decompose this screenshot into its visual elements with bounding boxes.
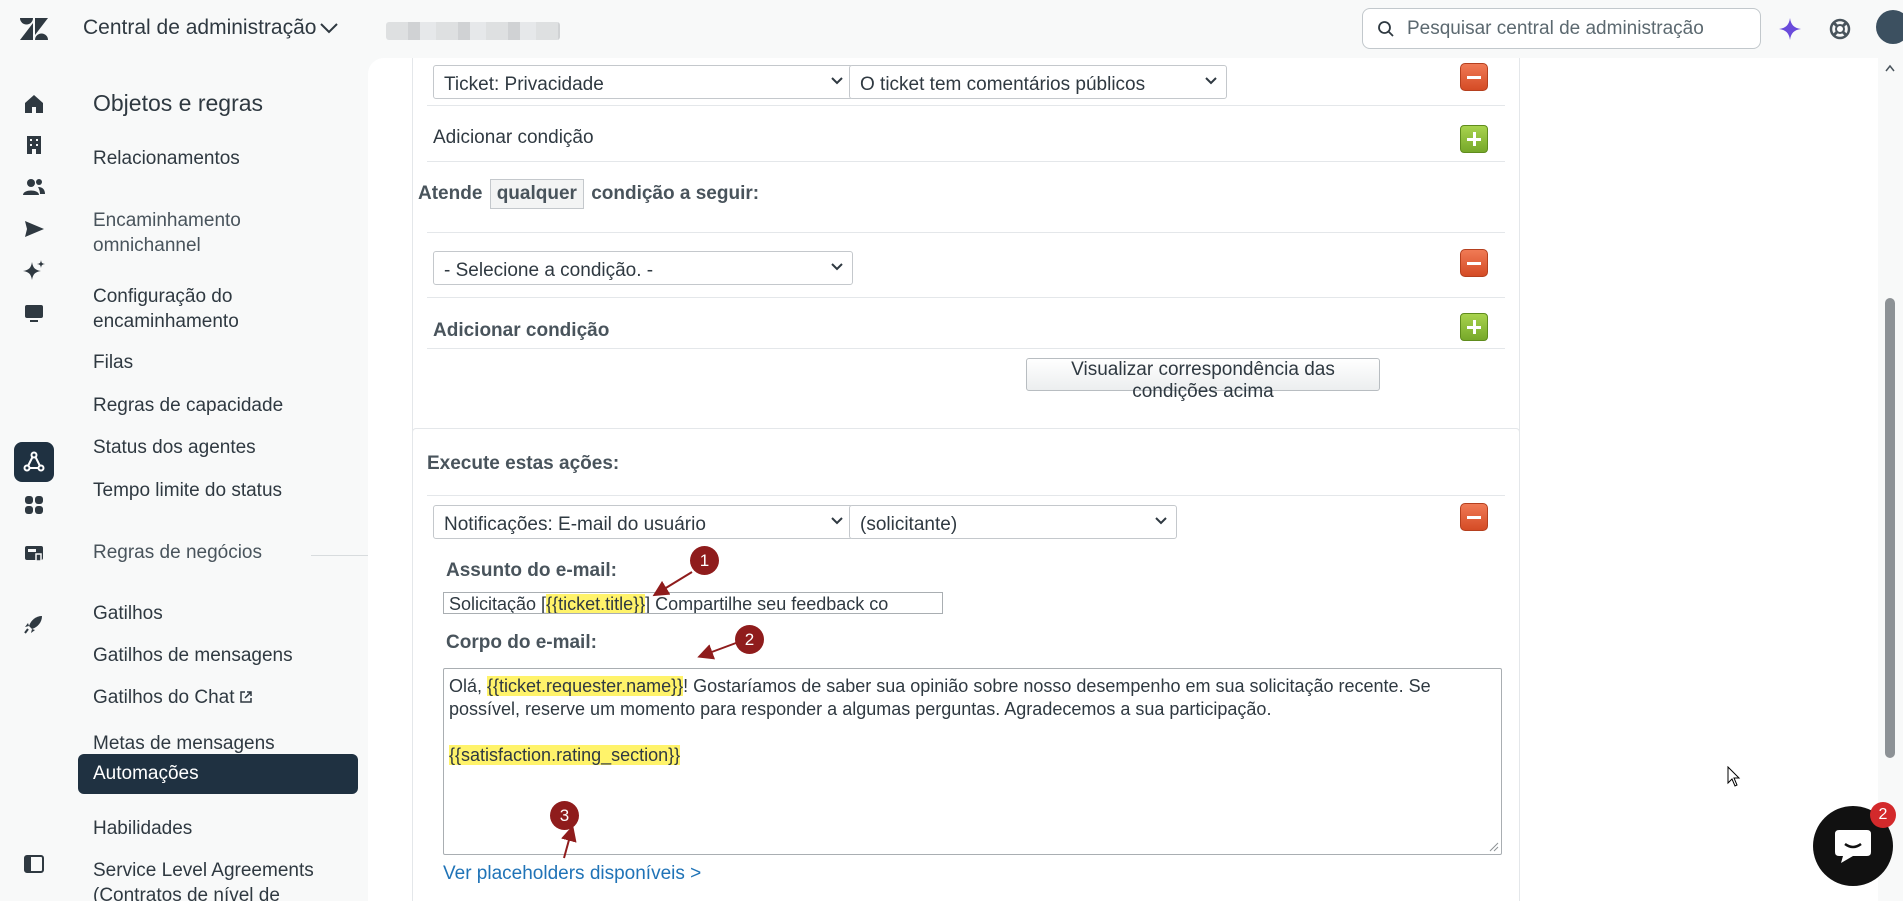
external-link-icon xyxy=(239,691,252,703)
search-icon xyxy=(1378,21,1394,37)
home-icon[interactable] xyxy=(14,84,54,124)
annotation-arrow-2 xyxy=(697,642,737,660)
zendesk-logo-icon[interactable] xyxy=(20,16,48,42)
chevron-down-icon[interactable] xyxy=(318,20,340,36)
search-box[interactable] xyxy=(1362,8,1761,49)
nav-item-relacionamentos[interactable]: Relacionamentos xyxy=(93,146,353,171)
rocket-icon[interactable] xyxy=(14,604,54,644)
nav-item-filas[interactable]: Filas xyxy=(93,350,353,375)
objects-rules-icon[interactable] xyxy=(14,442,54,482)
app-title[interactable]: Central de administração xyxy=(83,16,316,40)
monitor-icon[interactable] xyxy=(14,293,54,333)
ai-sparkle-icon[interactable] xyxy=(1778,17,1802,41)
scrollbar-thumb[interactable] xyxy=(1885,298,1895,758)
divider xyxy=(311,555,368,556)
nav-item-label: Gatilhos do Chat xyxy=(93,687,235,708)
annotation-marker-2: 2 xyxy=(735,625,764,654)
nav-section-label: Regras de negócios xyxy=(93,542,262,563)
building-icon[interactable] xyxy=(14,125,54,165)
annotation-arrows xyxy=(561,571,737,859)
nav-section-encaminhamento[interactable]: Encaminhamento omnichannel xyxy=(93,208,283,258)
sparkle-icon[interactable] xyxy=(14,251,54,291)
secondary-nav: Objetos e regras Relacionamentos Encamin… xyxy=(68,58,368,901)
vertical-scrollbar[interactable] xyxy=(1878,58,1903,901)
search-input[interactable] xyxy=(1407,17,1747,41)
nav-item-gatilhos-chat[interactable]: Gatilhos do Chat xyxy=(93,685,353,710)
nav-item-configuracao[interactable]: Configuração do encaminhamento xyxy=(93,284,283,334)
annotation-marker-1: 1 xyxy=(690,546,719,575)
chat-bubble-icon xyxy=(1835,830,1871,863)
blurred-account-name xyxy=(386,22,560,40)
icon-rail xyxy=(0,58,68,901)
apps-icon[interactable] xyxy=(14,485,54,525)
nav-section-regras-negocios[interactable]: Regras de negócios xyxy=(93,540,368,565)
workspace-icon[interactable] xyxy=(14,534,54,574)
nav-item-sla[interactable]: Service Level Agreements (Contratos de n… xyxy=(93,858,323,901)
mouse-cursor-icon xyxy=(1727,766,1741,787)
annotation-arrow-3 xyxy=(561,825,577,859)
top-bar: Central de administração xyxy=(0,0,1903,58)
scroll-up-icon[interactable] xyxy=(1885,64,1895,72)
help-lifebuoy-icon[interactable] xyxy=(1828,17,1852,41)
panel-toggle-icon[interactable] xyxy=(14,844,54,884)
annotation-arrow-1 xyxy=(652,571,693,597)
nav-heading: Objetos e regras xyxy=(93,90,264,116)
annotation-marker-3: 3 xyxy=(550,801,579,830)
send-icon[interactable] xyxy=(14,209,54,249)
main-content: Ticket: Privacidade O ticket tem comentá… xyxy=(368,58,1878,901)
nav-item-metas-mensagens[interactable]: Metas de mensagens xyxy=(93,731,353,756)
nav-item-automacoes[interactable]: Automações xyxy=(78,754,358,794)
nav-item-tempo-limite[interactable]: Tempo limite do status xyxy=(93,478,353,503)
people-icon[interactable] xyxy=(14,167,54,207)
nav-item-habilidades[interactable]: Habilidades xyxy=(93,816,353,841)
chat-notification-badge: 2 xyxy=(1870,802,1896,828)
nav-item-regras-capacidade[interactable]: Regras de capacidade xyxy=(93,393,353,418)
nav-item-gatilhos[interactable]: Gatilhos xyxy=(93,601,353,626)
avatar[interactable] xyxy=(1876,10,1903,44)
nav-item-gatilhos-mensagens[interactable]: Gatilhos de mensagens xyxy=(93,643,353,668)
nav-item-status-agentes[interactable]: Status dos agentes xyxy=(93,435,353,460)
